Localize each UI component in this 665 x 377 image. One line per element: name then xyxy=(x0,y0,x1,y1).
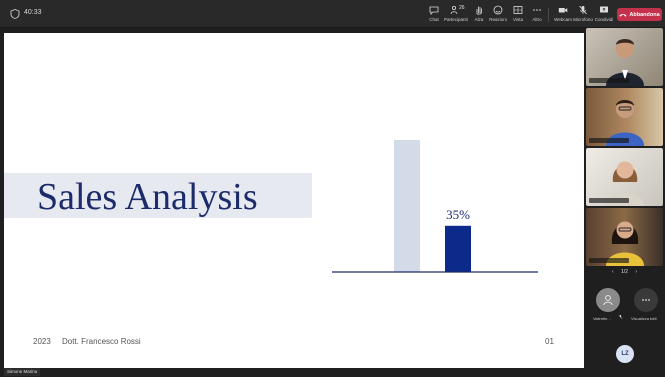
microphone-muted-icon xyxy=(579,5,587,15)
toolbar-divider xyxy=(548,8,549,22)
participants-count: 26 xyxy=(459,5,465,11)
shared-slide: Sales Analysis 35% 2023 Dott. Francesco … xyxy=(4,33,584,368)
meeting-timer: 40:33 xyxy=(24,9,42,16)
participant-video-tile[interactable] xyxy=(586,208,663,266)
user-icon xyxy=(603,295,613,306)
slide-author: Dott. Francesco Rossi xyxy=(62,337,141,346)
participant-name-pill xyxy=(589,258,629,263)
camera-icon xyxy=(558,8,568,13)
microphone-button[interactable]: Microfono xyxy=(572,5,594,25)
chart-bar-2 xyxy=(445,225,471,272)
phone-hangup-icon xyxy=(619,13,627,17)
self-avatar[interactable]: LZ xyxy=(616,345,634,363)
grid-view-icon xyxy=(513,6,523,14)
participant-name-pill xyxy=(589,198,629,203)
pager-label: 1/2 xyxy=(621,269,628,275)
hand-icon xyxy=(476,6,482,15)
view-all-label: Visualizza tutti xyxy=(631,316,657,321)
ellipsis-icon xyxy=(642,299,650,301)
slide-title: Sales Analysis xyxy=(37,176,258,218)
more-options-label: Altro xyxy=(532,17,542,22)
microphone-muted-icon xyxy=(618,314,623,320)
meeting-toolbar: 40:33 Chat 26 Partecipanti Alza Reazioni… xyxy=(0,0,665,28)
chat-button[interactable]: Chat xyxy=(423,5,445,25)
share-button[interactable]: Condividi xyxy=(593,5,615,25)
smiley-icon xyxy=(493,5,503,15)
participants-panel: ‹ 1/2 › Valentin… Visualizza tutti LZ xyxy=(584,28,665,377)
presenter-name: Simone Marino xyxy=(4,368,41,376)
chat-label: Chat xyxy=(429,17,439,22)
reactions-label: Reazioni xyxy=(489,17,507,22)
chat-icon xyxy=(429,6,439,15)
attendee-name: Valentin… xyxy=(593,316,612,321)
participant-video-tile[interactable] xyxy=(586,148,663,206)
camera-button[interactable]: Webcam xyxy=(552,5,574,25)
participant-name-pill xyxy=(589,138,629,143)
ellipsis-icon xyxy=(533,9,541,11)
bar-chart: 35% xyxy=(332,140,538,273)
leave-label: Abbandona xyxy=(629,11,660,18)
chart-bar-1 xyxy=(394,140,420,272)
view-all-button[interactable] xyxy=(634,288,658,312)
participants-label: Partecipanti xyxy=(444,17,468,22)
chart-data-label: 35% xyxy=(446,207,470,222)
chevron-left-icon[interactable]: ‹ xyxy=(612,269,614,275)
participant-name-pill xyxy=(589,78,629,83)
slide-page-number: 01 xyxy=(545,337,554,346)
participant-pager: ‹ 1/2 › xyxy=(584,269,665,275)
reactions-button[interactable]: Reazioni xyxy=(487,5,509,25)
shield-icon xyxy=(10,9,20,19)
share-label: Condividi xyxy=(594,17,614,22)
share-screen-icon xyxy=(600,6,608,13)
attendee-avatar[interactable] xyxy=(596,288,620,312)
participant-video-tile[interactable] xyxy=(586,88,663,146)
participants-button[interactable]: 26 Partecipanti xyxy=(444,5,468,25)
slide-year: 2023 xyxy=(33,337,51,346)
camera-label: Webcam xyxy=(554,17,572,22)
microphone-label: Microfono xyxy=(573,17,593,22)
more-options-button[interactable]: Altro xyxy=(526,5,548,25)
chevron-right-icon[interactable]: › xyxy=(635,269,637,275)
leave-button[interactable]: Abbandona xyxy=(617,8,662,21)
participant-video-tile[interactable] xyxy=(586,28,663,86)
